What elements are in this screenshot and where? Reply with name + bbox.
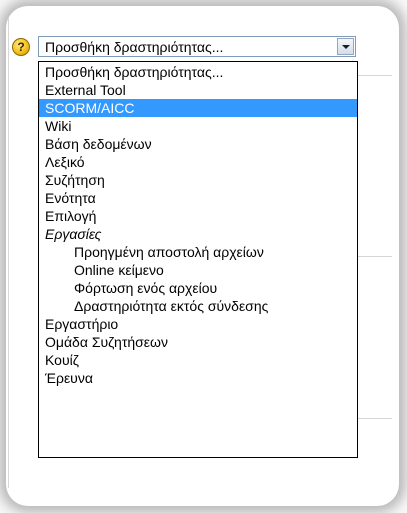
dropdown-option[interactable]: Βάση δεδομένων	[39, 135, 357, 153]
dropdown-option[interactable]: Εργαστήριο	[39, 315, 357, 333]
dropdown-option[interactable]: Έρευνα	[39, 369, 357, 387]
dropdown-option[interactable]: Δραστηριότητα εκτός σύνδεσης	[39, 297, 357, 315]
dropdown-option[interactable]: Επιλογή	[39, 207, 357, 225]
select-current-value: Προσθήκη δραστηριότητας...	[45, 39, 224, 55]
dropdown-option[interactable]: SCORM/AICC	[39, 99, 357, 117]
background-divider	[358, 256, 392, 257]
dropdown-option[interactable]: Φόρτωση ενός αρχείου	[39, 279, 357, 297]
screenshot-frame: ? Προσθήκη δραστηριότητας... Προσθήκη δρ…	[0, 0, 407, 513]
add-activity-select[interactable]: Προσθήκη δραστηριότητας...	[38, 36, 356, 57]
dropdown-option[interactable]: External Tool	[39, 81, 357, 99]
dropdown-optgroup: Εργασίες	[45, 226, 102, 242]
page-edge	[0, 18, 9, 488]
dropdown-option[interactable]: Λεξικό	[39, 153, 357, 171]
dropdown-button[interactable]	[337, 38, 354, 55]
help-icon[interactable]: ?	[12, 38, 30, 56]
chevron-down-icon	[342, 45, 350, 49]
activity-dropdown-list[interactable]: Προσθήκη δραστηριότητας... External Tool S…	[38, 61, 358, 458]
dropdown-option[interactable]: Συζήτηση	[39, 171, 357, 189]
dropdown-option[interactable]: Προηγμένη αποστολή αρχείων	[39, 243, 357, 261]
background-divider	[358, 418, 392, 419]
dropdown-option[interactable]: Ομάδα Συζητήσεων	[39, 333, 357, 351]
dropdown-option[interactable]: Online κείμενο	[39, 261, 357, 279]
dropdown-option[interactable]: Κουίζ	[39, 351, 357, 369]
background-divider	[358, 75, 392, 76]
dropdown-option[interactable]: Wiki	[39, 117, 357, 135]
dropdown-option[interactable]: Ενότητα	[39, 189, 357, 207]
dropdown-option[interactable]: Προσθήκη δραστηριότητας...	[39, 63, 357, 81]
